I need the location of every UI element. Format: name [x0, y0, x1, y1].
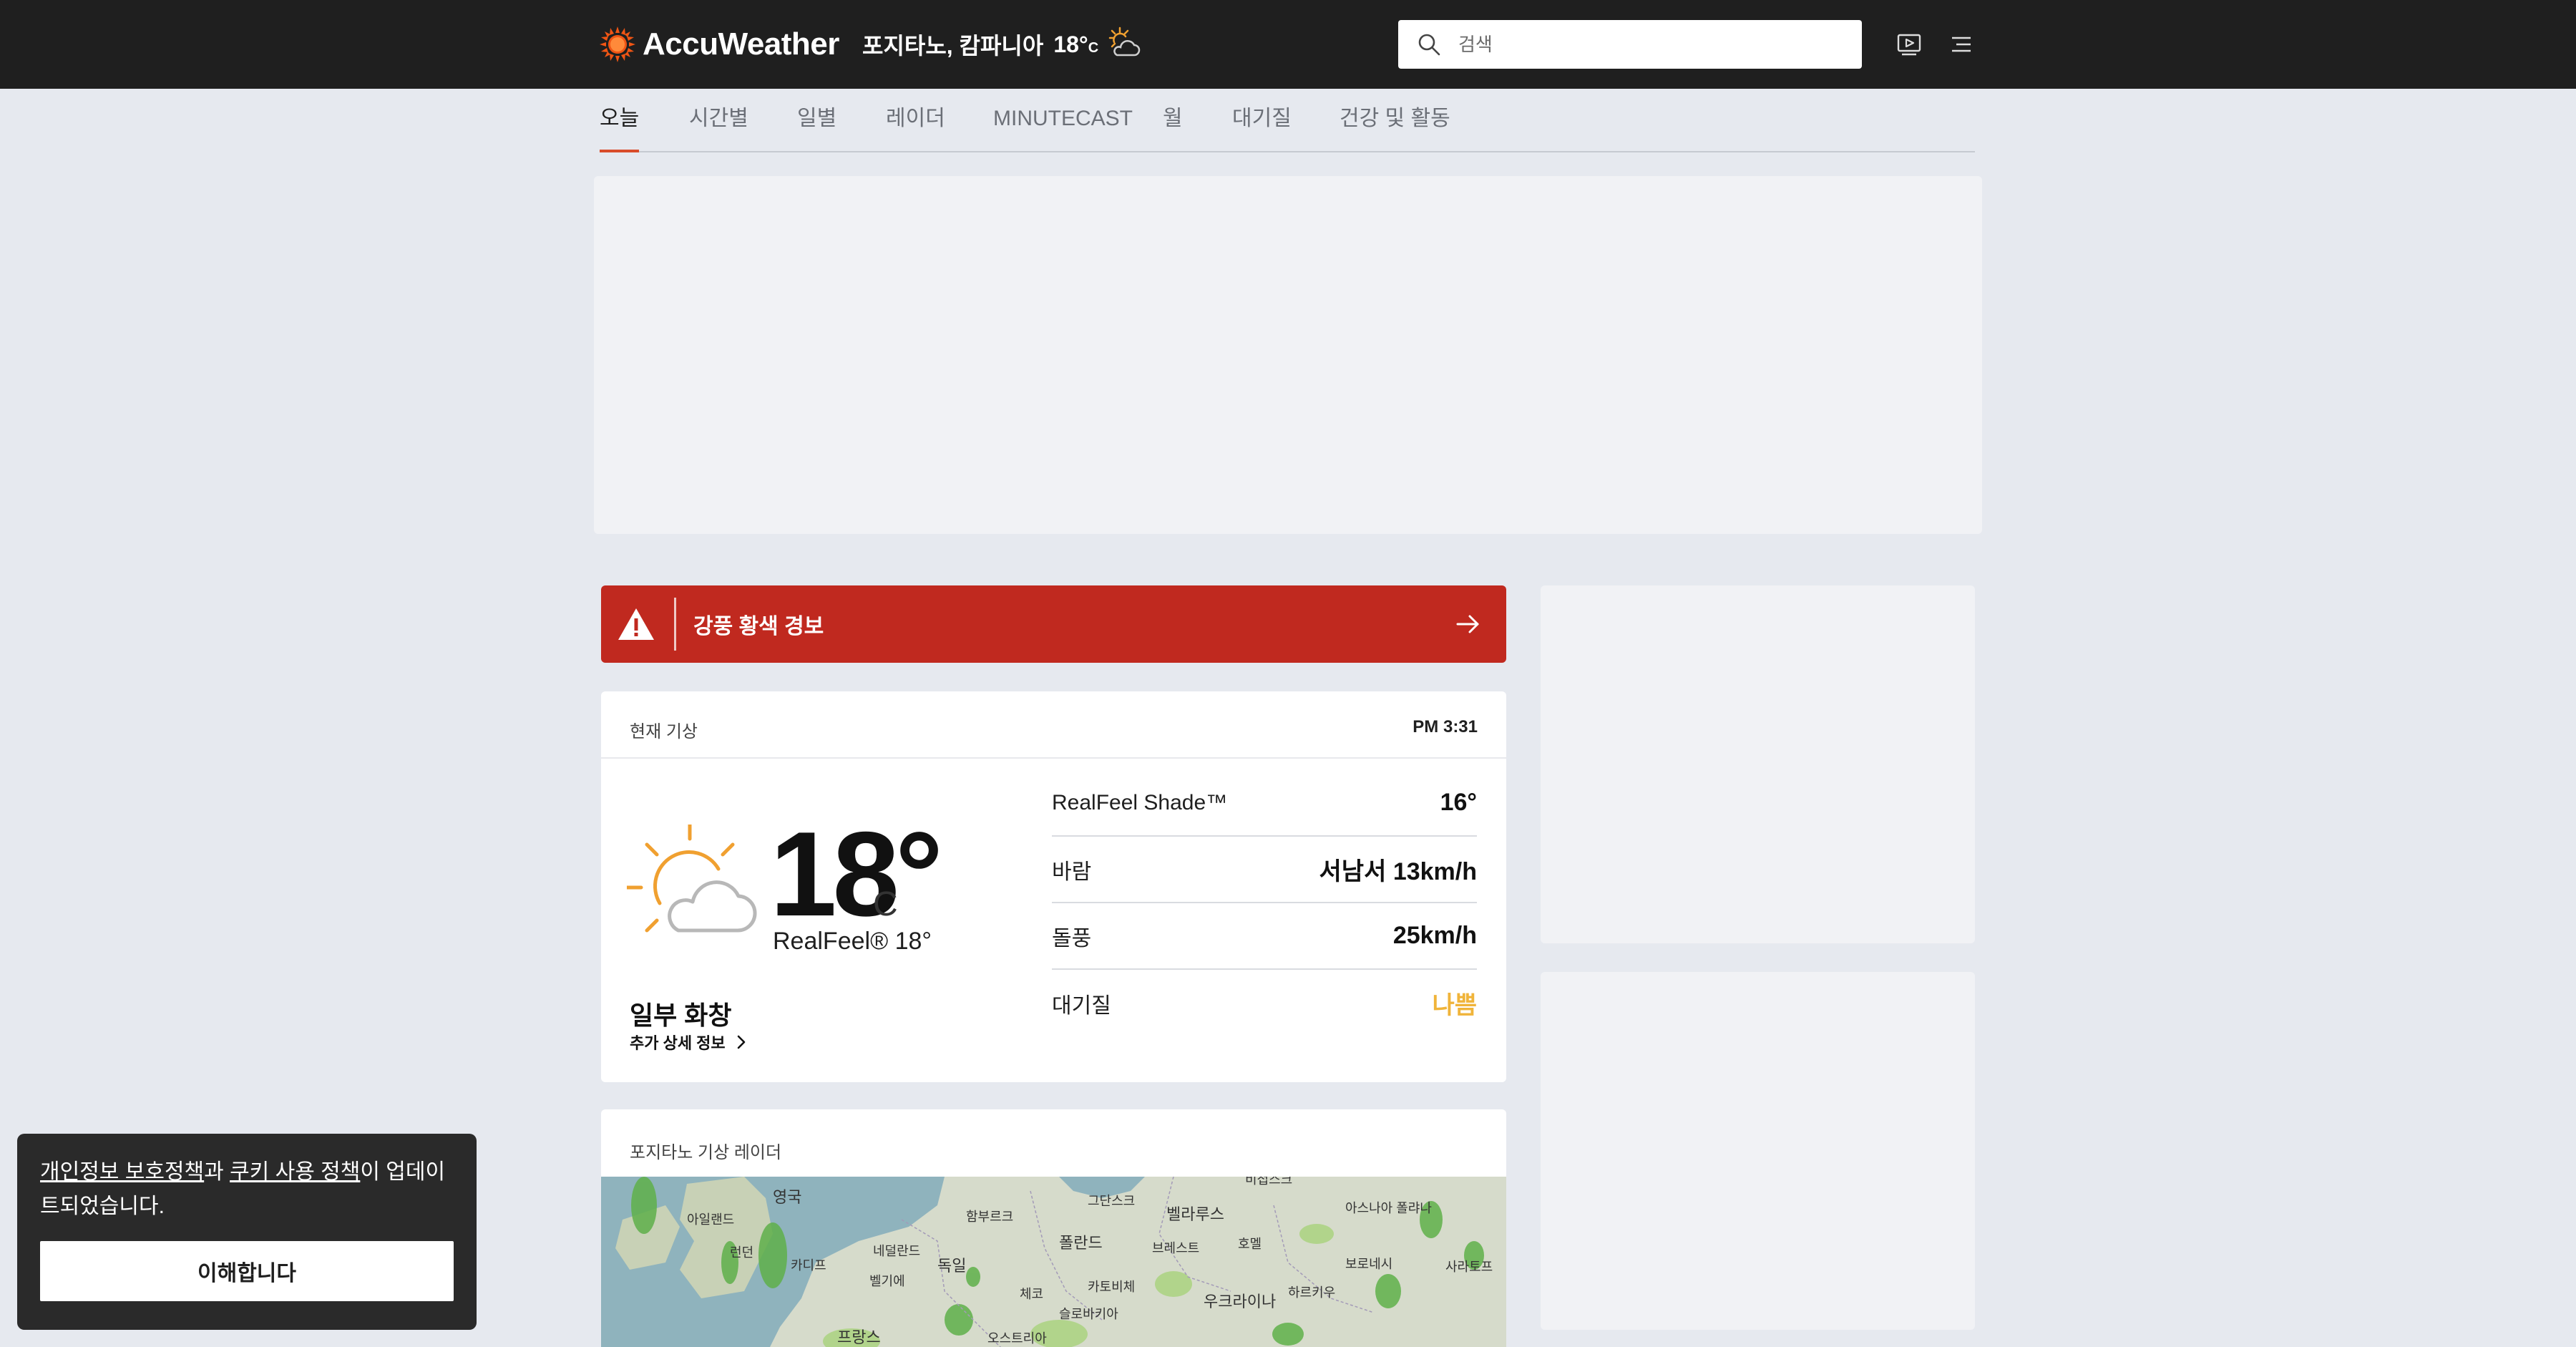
- detail-row-air-quality: 대기질 나쁨: [1052, 970, 1477, 1036]
- current-weather-heading: 현재 기상: [630, 722, 698, 741]
- chevron-right-icon: [737, 1035, 745, 1049]
- cookie-message: 개인정보 보호정책과 쿠키 사용 정책이 업데이트되었습니다.: [40, 1155, 462, 1224]
- cookie-banner: 개인정보 보호정책과 쿠키 사용 정책이 업데이트되었습니다. 이해합니다: [17, 1134, 477, 1330]
- video-icon[interactable]: [1896, 31, 1922, 57]
- cookie-connector: 과: [204, 1160, 230, 1184]
- radar-map-graphic: 영국 아일랜드 런던 카디프 네덜란드 벨기에 독일 함부르크 그단스크 폴란드…: [601, 1172, 1506, 1347]
- detail-value: 25km/h: [1392, 922, 1477, 949]
- accuweather-logo[interactable]: AccuWeather: [600, 23, 839, 66]
- map-label: 사라토프: [1445, 1260, 1493, 1274]
- search-input[interactable]: [1458, 33, 1830, 56]
- detail-label: RealFeel Shade™: [1052, 790, 1228, 814]
- current-location[interactable]: 포지타노, 캄파니아 18° C: [862, 26, 1143, 63]
- tab-minutecast[interactable]: MINUTECAST: [993, 89, 1133, 152]
- map-label: 호멜: [1238, 1237, 1262, 1251]
- current-weather-details: RealFeel Shade™ 16° 바람 서남서 13km/h 돌풍 25k…: [1052, 770, 1477, 1036]
- search-box[interactable]: [1398, 20, 1862, 69]
- tab-health-activities[interactable]: 건강 및 활동: [1340, 89, 1450, 152]
- tab-daily[interactable]: 일별: [797, 89, 836, 152]
- map-label: 벨라루스: [1166, 1205, 1224, 1223]
- detail-row-realfeel-shade: RealFeel Shade™ 16°: [1052, 770, 1477, 837]
- radar-heading: 포지타노 기상 레이더: [630, 1143, 782, 1162]
- forecast-tabs: 오늘 시간별 일별 레이더 MINUTECAST 월 대기질 건강 및 활동: [600, 89, 1975, 152]
- sun-logo-icon: [600, 26, 635, 62]
- ad-sidebar-placeholder: [1541, 585, 1975, 943]
- divider: [601, 757, 1506, 759]
- menu-icon[interactable]: [1951, 34, 1972, 54]
- more-details-link[interactable]: 추가 상세 정보: [630, 1031, 747, 1054]
- detail-label: 돌풍: [1052, 926, 1092, 950]
- arrow-right-icon: [1456, 615, 1479, 633]
- alert-text: 강풍 황색 경보: [693, 615, 824, 638]
- detail-row-gusts: 돌풍 25km/h: [1052, 903, 1477, 970]
- detail-label: 바람: [1052, 860, 1092, 884]
- tab-hourly[interactable]: 시간별: [689, 89, 748, 152]
- map-label: 카토비체: [1088, 1280, 1135, 1294]
- map-label: 아스나아 폴랴나: [1345, 1201, 1432, 1215]
- warning-icon: [618, 608, 654, 640]
- current-temp-unit: C: [873, 885, 898, 923]
- air-quality-value: 나쁨: [1432, 992, 1477, 1019]
- map-label: 슬로바키아: [1059, 1307, 1118, 1321]
- partly-sunny-icon: [1108, 26, 1141, 57]
- map-label: 그단스크: [1088, 1194, 1135, 1208]
- accept-cookies-button[interactable]: 이해합니다: [40, 1241, 454, 1301]
- logo-text: AccuWeather: [643, 26, 839, 62]
- privacy-policy-link[interactable]: 개인정보 보호정책: [40, 1160, 204, 1184]
- map-label: 영국: [773, 1188, 801, 1206]
- map-label: 함부르크: [966, 1210, 1013, 1224]
- location-temp-unit: C: [1088, 39, 1099, 56]
- map-label: 오스트리아: [987, 1331, 1047, 1346]
- weather-alert-banner[interactable]: 강풍 황색 경보: [601, 585, 1506, 663]
- map-label: 네덜란드: [873, 1244, 920, 1258]
- map-label: 벨기에: [869, 1274, 905, 1288]
- map-label: 하르키우: [1288, 1285, 1335, 1300]
- location-temp: 18°: [1053, 31, 1088, 57]
- detail-value: 서남서 13km/h: [1319, 858, 1477, 885]
- map-label: 카디프: [791, 1258, 826, 1273]
- cookie-policy-link[interactable]: 쿠키 사용 정책: [230, 1160, 360, 1184]
- map-label: 체코: [1020, 1287, 1043, 1301]
- search-icon: [1418, 34, 1440, 56]
- top-header: AccuWeather 포지타노, 캄파니아 18° C: [0, 0, 2576, 89]
- alert-divider: [674, 598, 676, 651]
- current-temperature: 18°: [770, 807, 943, 941]
- tab-monthly[interactable]: 월: [1163, 89, 1183, 152]
- map-label: 런던: [730, 1245, 753, 1260]
- location-name: 포지타노, 캄파니아: [862, 33, 1044, 59]
- current-weather-card[interactable]: 현재 기상 PM 3:31 18° C RealFeel® 18° 일부 화창 …: [601, 691, 1506, 1082]
- radar-map[interactable]: 영국 아일랜드 런던 카디프 네덜란드 벨기에 독일 함부르크 그단스크 폴란드…: [601, 1172, 1506, 1347]
- map-label: 보로네시: [1345, 1257, 1392, 1271]
- ad-banner-placeholder: [594, 176, 1982, 534]
- map-label: 독일: [937, 1257, 966, 1275]
- map-label: 비첩스크: [1245, 1177, 1292, 1187]
- partly-sunny-icon: [627, 825, 757, 933]
- detail-value: 16°: [1440, 789, 1477, 816]
- ad-sidebar-placeholder: [1541, 972, 1975, 1330]
- map-label: 우크라이나: [1204, 1293, 1276, 1310]
- more-details-label: 추가 상세 정보: [630, 1034, 726, 1052]
- tab-air-quality[interactable]: 대기질: [1232, 89, 1292, 152]
- weather-radar-card[interactable]: 포지타노 기상 레이더 영국 아일랜드 런던 카디프 네덜란드 벨기에 독일 함…: [601, 1109, 1506, 1347]
- tab-radar[interactable]: 레이더: [886, 89, 945, 152]
- detail-row-wind: 바람 서남서 13km/h: [1052, 837, 1477, 903]
- current-condition: 일부 화창: [630, 1001, 732, 1030]
- tab-today[interactable]: 오늘: [600, 89, 640, 152]
- map-label: 브레스트: [1152, 1241, 1199, 1255]
- realfeel-temperature: RealFeel® 18°: [773, 928, 932, 955]
- detail-label: 대기질: [1052, 993, 1111, 1018]
- map-label: 폴란드: [1059, 1234, 1103, 1252]
- current-weather-time: PM 3:31: [1413, 717, 1478, 736]
- map-label: 프랑스: [837, 1328, 881, 1346]
- map-label: 아일랜드: [687, 1212, 734, 1227]
